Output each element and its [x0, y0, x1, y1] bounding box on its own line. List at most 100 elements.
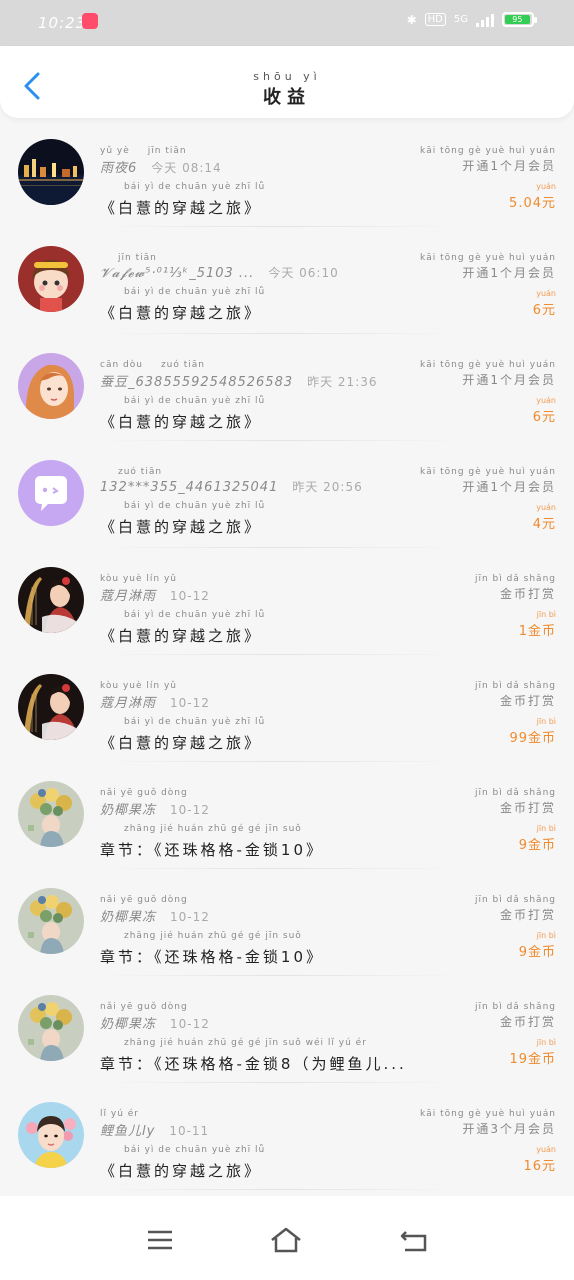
flower-girl-avatar-image: [18, 995, 84, 1061]
earning-type-pinyin: jīn bì dǎ shǎng: [474, 1002, 556, 1012]
timestamp: 今天 08:14: [151, 161, 222, 175]
avatar[interactable]: [18, 888, 84, 954]
timestamp: 昨天 20:56: [292, 480, 363, 494]
page-title-pinyin: shōu yì: [253, 70, 321, 83]
amount-unit-pinyin: jīn bì: [536, 1038, 556, 1047]
work-title: 《白薏的穿越之旅》: [100, 518, 263, 536]
avatar[interactable]: [18, 567, 84, 633]
earning-amount: 6元: [532, 410, 556, 425]
earning-type: 开通3个月会员: [462, 1122, 556, 1136]
night-city-avatar-image: [18, 139, 84, 205]
harp-girl-avatar-image: [18, 674, 84, 740]
earning-type: 金币打赏: [499, 801, 556, 815]
work-title-pinyin: bái yì de chuān yuè zhī lǚ: [124, 396, 266, 406]
user-name[interactable]: 奶椰果冻: [100, 906, 156, 925]
earning-item[interactable]: yǔ yè jīn tiān 雨夜6 今天 08:14 bái yì de chuān …: [0, 120, 574, 227]
battery-icon: 95: [502, 12, 537, 27]
user-name-pinyin: kòu yuè lín yǔ: [100, 574, 177, 584]
user-name-pinyin: nǎi yē guǒ dòng: [100, 895, 188, 905]
work-title-pinyin: zhāng jié huán zhū gé gé jīn suǒ: [124, 824, 302, 834]
default-chat-avatar-image: [18, 460, 84, 526]
app-notification-icon: [82, 13, 98, 29]
earning-type-pinyin: jīn bì dǎ shǎng: [474, 788, 556, 798]
avatar[interactable]: [18, 246, 84, 312]
hd-icon: HD: [424, 13, 446, 26]
status-time: 10:23: [38, 14, 87, 32]
user-name[interactable]: 奶椰果冻: [100, 799, 156, 818]
earning-item[interactable]: cān dòu zuó tiān 蚕豆_63855592548526583 昨天 21…: [0, 334, 574, 441]
work-title: 章节：《还珠格格-金锁10》: [100, 948, 325, 966]
earning-item[interactable]: kòu yuè lín yǔ 蔻月淋雨 10-12 bái yì de chuān y…: [0, 655, 574, 762]
earning-type: 开通1个月会员: [462, 373, 556, 387]
menu-icon: [148, 1230, 172, 1250]
user-name-pinyin: yǔ yè: [100, 146, 130, 156]
earning-item[interactable]: nǎi yē guǒ dòng 奶椰果冻 10-12 zhāng jié huán z…: [0, 976, 574, 1083]
return-icon: [400, 1231, 427, 1252]
home-button[interactable]: [269, 1226, 303, 1254]
earning-type: 开通1个月会员: [462, 480, 556, 494]
time-pinyin: jīn tiān: [118, 253, 157, 263]
user-name[interactable]: 蔻月淋雨: [100, 585, 156, 604]
earning-amount: 9金币: [518, 838, 556, 853]
avatar[interactable]: [18, 460, 84, 526]
earning-type-pinyin: kāi tōng gè yuè huì yuán: [420, 1109, 556, 1119]
user-name[interactable]: 𝓥𝓪𝓯𝓮𝔀⁵·⁰¹⅓ᵏ_5103 ...: [100, 266, 254, 281]
earning-type-pinyin: jīn bì dǎ shǎng: [474, 574, 556, 584]
amount-unit-pinyin: jīn bì: [536, 931, 556, 940]
earning-amount: 6元: [532, 303, 556, 318]
signal-icon: [476, 13, 494, 27]
user-name-pinyin: nǎi yē guǒ dòng: [100, 1002, 188, 1012]
cartoon-girl-red-avatar-image: [18, 246, 84, 312]
earning-type: 金币打赏: [499, 587, 556, 601]
avatar[interactable]: [18, 353, 84, 419]
user-name[interactable]: 132***355_4461325041: [100, 480, 278, 495]
user-name-pinyin: kòu yuè lín yǔ: [100, 681, 177, 691]
earning-type: 开通1个月会员: [462, 266, 556, 280]
avatar[interactable]: [18, 781, 84, 847]
user-name[interactable]: 奶椰果冻: [100, 1013, 156, 1032]
earning-item[interactable]: lǐ yú ér 鲤鱼儿ly 10-11 bái yì de chuān yuè zh…: [0, 1083, 574, 1190]
work-title: 《白薏的穿越之旅》: [100, 1162, 263, 1180]
earning-type: 开通1个月会员: [462, 159, 556, 173]
work-title-pinyin: bái yì de chuān yuè zhī lǚ: [124, 610, 266, 620]
earning-amount: 99金币: [509, 731, 556, 746]
user-name[interactable]: 蚕豆_63855592548526583: [100, 371, 293, 390]
timestamp: 10-12: [170, 1017, 210, 1031]
earning-item[interactable]: zuó tiān 132***355_4461325041 昨天 20:56 bái …: [0, 441, 574, 548]
work-title-pinyin: bái yì de chuān yuè zhī lǚ: [124, 287, 266, 297]
user-name-pinyin: cān dòu: [100, 360, 143, 370]
user-name-pinyin: lǐ yú ér: [100, 1109, 139, 1119]
amount-unit-pinyin: jīn bì: [536, 824, 556, 833]
avatar[interactable]: [18, 674, 84, 740]
earning-item[interactable]: nǎi yē guǒ dòng 奶椰果冻 10-12 zhāng jié huán z…: [0, 869, 574, 976]
network-label: 5G: [453, 14, 468, 25]
back-nav-button[interactable]: [397, 1226, 431, 1254]
harp-girl-avatar-image: [18, 567, 84, 633]
earning-amount: 16元: [523, 1159, 556, 1174]
user-name[interactable]: 蔻月淋雨: [100, 692, 156, 711]
earning-amount: 4元: [532, 517, 556, 532]
work-title-pinyin: bái yì de chuān yuè zhī lǚ: [124, 182, 266, 192]
status-bar: 10:23 ✱ HD 5G 95: [0, 0, 574, 46]
work-title: 《白薏的穿越之旅》: [100, 304, 263, 322]
earning-item[interactable]: jīn tiān 𝓥𝓪𝓯𝓮𝔀⁵·⁰¹⅓ᵏ_5103 ... 今天 06:10 bái …: [0, 227, 574, 334]
user-name[interactable]: 鲤鱼儿ly: [100, 1120, 155, 1139]
earning-amount: 19金币: [509, 1052, 556, 1067]
earning-type-pinyin: jīn bì dǎ shǎng: [474, 895, 556, 905]
user-name[interactable]: 雨夜6: [100, 157, 137, 176]
earnings-list: yǔ yè jīn tiān 雨夜6 今天 08:14 bái yì de chuān …: [0, 120, 574, 1190]
avatar[interactable]: [18, 1102, 84, 1168]
user-name-pinyin: nǎi yē guǒ dòng: [100, 788, 188, 798]
home-icon: [271, 1227, 301, 1253]
avatar[interactable]: [18, 139, 84, 205]
system-nav-bar: [0, 1196, 574, 1280]
status-icons: ✱ HD 5G 95: [407, 12, 537, 27]
earning-type: 金币打赏: [499, 1015, 556, 1029]
earning-type-pinyin: kāi tōng gè yuè huì yuán: [420, 360, 556, 370]
avatar[interactable]: [18, 995, 84, 1061]
earning-item[interactable]: kòu yuè lín yǔ 蔻月淋雨 10-12 bái yì de chuān y…: [0, 548, 574, 655]
earning-item[interactable]: nǎi yē guǒ dòng 奶椰果冻 10-12 zhāng jié huán z…: [0, 762, 574, 869]
menu-button[interactable]: [143, 1226, 177, 1254]
earning-type: 金币打赏: [499, 694, 556, 708]
amount-unit-pinyin: jīn bì: [536, 717, 556, 726]
